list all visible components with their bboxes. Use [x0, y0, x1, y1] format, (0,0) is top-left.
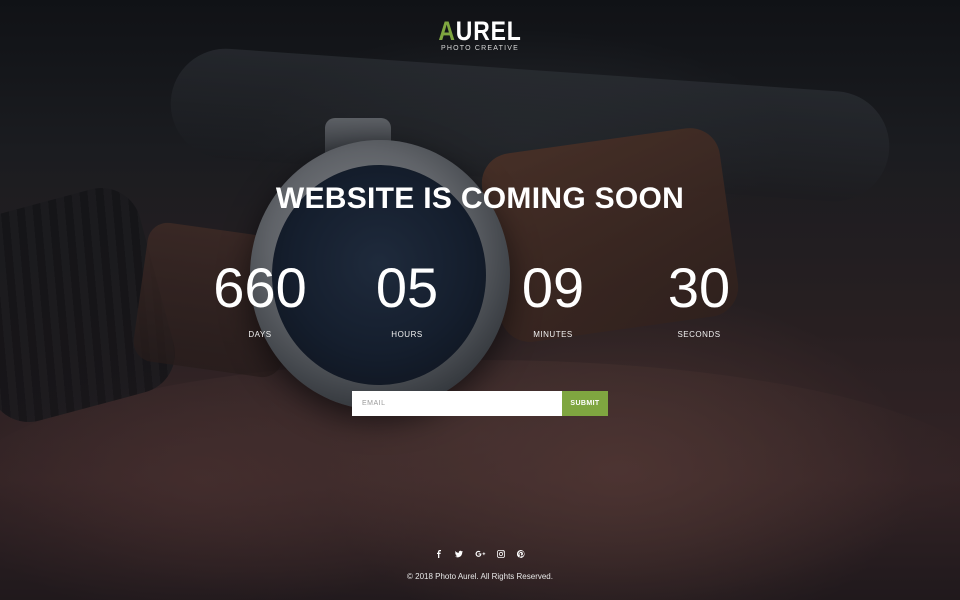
countdown-days: 660 DAYS: [190, 255, 330, 339]
email-input[interactable]: [352, 391, 562, 416]
instagram-icon[interactable]: [495, 548, 507, 560]
countdown-timer: 660 DAYS 05 HOURS 09 MINUTES 30 SECONDS: [0, 255, 960, 355]
twitter-icon[interactable]: [453, 548, 465, 560]
facebook-icon[interactable]: [433, 548, 445, 560]
google-plus-icon[interactable]: [473, 548, 487, 560]
subscribe-form: SUBMIT: [352, 391, 608, 416]
countdown-seconds: 30 SECONDS: [629, 255, 769, 339]
logo-rest: UREL: [455, 16, 522, 46]
countdown-label: HOURS: [391, 330, 423, 339]
page-headline: WEBSITE IS COMING SOON: [275, 182, 685, 215]
submit-button[interactable]: SUBMIT: [562, 391, 608, 416]
countdown-value: 30: [667, 256, 731, 319]
logo-tagline: PHOTO CREATIVE: [441, 45, 519, 52]
countdown-value: 660: [213, 256, 307, 319]
countdown-minutes: 09 MINUTES: [483, 255, 623, 339]
countdown-label: SECONDS: [677, 330, 721, 339]
countdown-value: 09: [521, 256, 585, 319]
social-links: [0, 548, 960, 560]
countdown-hours: 05 HOURS: [337, 255, 477, 339]
pinterest-icon[interactable]: [515, 548, 527, 560]
countdown-label: DAYS: [248, 330, 272, 339]
copyright-text: © 2018 Photo Aurel. All Rights Reserved.: [407, 572, 553, 581]
logo-wordmark: AUREL: [438, 16, 521, 46]
countdown-label: MINUTES: [533, 330, 573, 339]
site-logo[interactable]: AUREL PHOTO CREATIVE: [0, 16, 960, 52]
countdown-value: 05: [375, 256, 439, 319]
logo-first-letter: A: [438, 16, 456, 46]
